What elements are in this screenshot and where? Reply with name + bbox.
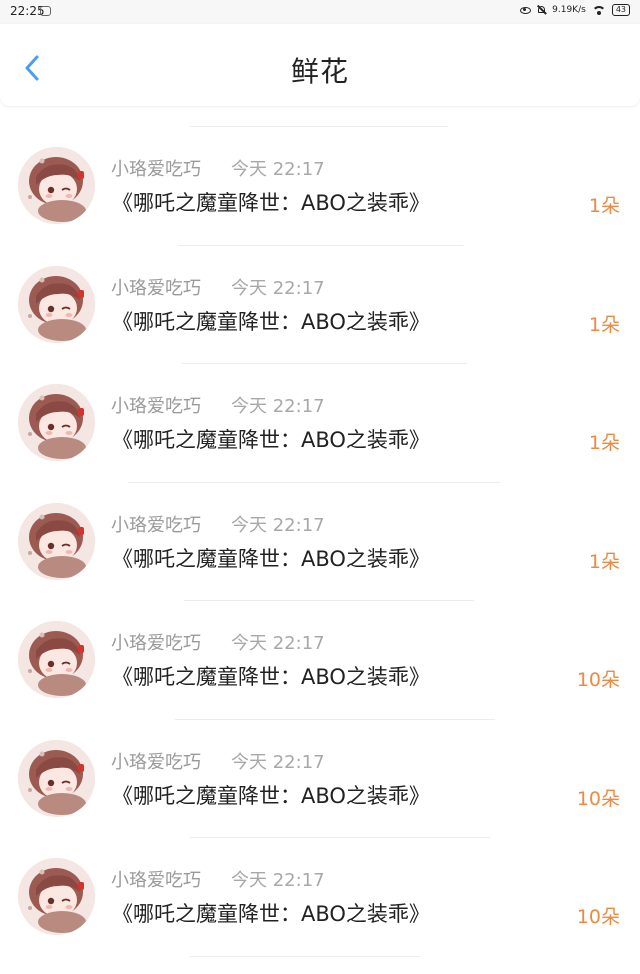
list-item[interactable]: 小珞爱吃巧 今天 22:17 《哪吒之魔童降世：ABO之装乖》 1朵 <box>0 245 640 363</box>
avatar[interactable] <box>18 858 95 935</box>
flower-count: 10朵 <box>576 787 620 810</box>
username[interactable]: 小珞爱吃巧 <box>111 748 201 774</box>
flower-count: 10朵 <box>576 906 620 928</box>
book-title[interactable]: 《哪吒之魔童降世：ABO之装乖》 <box>112 780 430 810</box>
timestamp: 今天 22:17 <box>231 514 325 536</box>
list-divider <box>190 955 420 957</box>
app-notification-icon <box>40 6 51 16</box>
wifi-icon <box>591 5 606 15</box>
username[interactable]: 小珞爱吃巧 <box>111 274 201 300</box>
avatar[interactable] <box>18 502 95 580</box>
book-title[interactable]: 《哪吒之魔童降世：ABO之装乖》 <box>112 424 430 454</box>
book-title[interactable]: 《哪吒之魔童降世：ABO之装乖》 <box>112 187 430 217</box>
username[interactable]: 小珞爱吃巧 <box>111 392 201 418</box>
avatar[interactable] <box>18 147 95 224</box>
username[interactable]: 小珞爱吃巧 <box>111 629 201 655</box>
list-item[interactable]: 小珞爱吃巧 今天 22:17 《哪吒之魔童降世：ABO之装乖》 10朵 <box>0 600 640 718</box>
avatar[interactable] <box>18 265 95 343</box>
status-bar: 22:25 9.19K/s 43 <box>0 0 640 24</box>
flower-count: 1朵 <box>588 550 620 573</box>
avatar[interactable] <box>18 739 95 817</box>
list-item[interactable]: 小珞爱吃巧 今天 22:17 《哪吒之魔童降世：ABO之装乖》 1朵 <box>0 126 640 244</box>
book-title[interactable]: 《哪吒之魔童降世：ABO之装乖》 <box>112 898 430 928</box>
network-speed: 9.19K/s <box>552 5 586 15</box>
header-bar: 鲜花 <box>0 24 640 106</box>
username[interactable]: 小珞爱吃巧 <box>111 511 201 537</box>
battery-indicator: 43 <box>611 4 630 16</box>
flower-count: 1朵 <box>588 195 620 217</box>
list-item[interactable]: 小珞爱吃巧 今天 22:17 《哪吒之魔童降世：ABO之装乖》 10朵 <box>0 719 640 837</box>
page-title: 鲜花 <box>290 55 349 88</box>
username[interactable]: 小珞爱吃巧 <box>111 866 201 892</box>
flower-count: 1朵 <box>588 313 620 336</box>
timestamp: 今天 22:17 <box>231 277 325 299</box>
list-item[interactable]: 小珞爱吃巧 今天 22:17 《哪吒之魔童降世：ABO之装乖》 10朵 <box>0 837 640 955</box>
timestamp: 今天 22:17 <box>231 159 325 180</box>
avatar[interactable] <box>18 384 95 461</box>
flower-count: 10朵 <box>576 669 620 691</box>
timestamp: 今天 22:17 <box>231 633 325 654</box>
book-title[interactable]: 《哪吒之魔童降世：ABO之装乖》 <box>112 306 430 336</box>
username[interactable]: 小珞爱吃巧 <box>111 155 201 181</box>
flower-count: 1朵 <box>588 432 620 454</box>
avatar[interactable] <box>18 621 95 698</box>
list-item[interactable]: 小珞爱吃巧 今天 22:17 《哪吒之魔童降世：ABO之装乖》 1朵 <box>0 363 640 481</box>
book-title[interactable]: 《哪吒之魔童降世：ABO之装乖》 <box>112 661 430 691</box>
eye-icon <box>520 6 532 14</box>
timestamp: 今天 22:17 <box>231 870 325 891</box>
book-title[interactable]: 《哪吒之魔童降世：ABO之装乖》 <box>112 543 430 573</box>
timestamp: 今天 22:17 <box>231 396 325 417</box>
list-item[interactable]: 小珞爱吃巧 今天 22:17 《哪吒之魔童降世：ABO之装乖》 1朵 <box>0 482 640 600</box>
status-indicators: 9.19K/s 43 <box>520 4 630 16</box>
bell-off-icon <box>537 5 546 15</box>
timestamp: 今天 22:17 <box>231 751 325 773</box>
